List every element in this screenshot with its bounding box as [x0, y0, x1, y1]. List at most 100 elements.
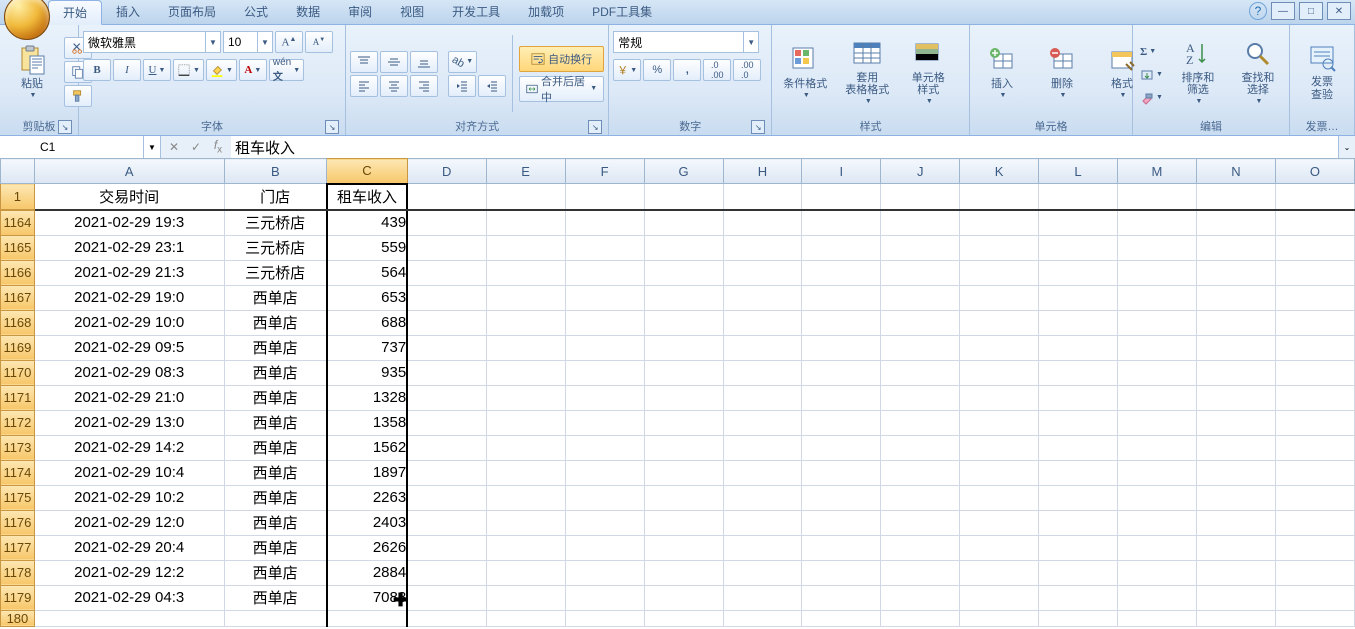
cell-J1175[interactable]	[881, 485, 960, 510]
cell-I1172[interactable]	[802, 410, 881, 435]
cell-M1165[interactable]	[1117, 235, 1196, 260]
cell-G1174[interactable]	[644, 460, 723, 485]
cell-A1176[interactable]: 2021-02-29 12:0	[34, 510, 224, 535]
cell-I1178[interactable]	[802, 560, 881, 585]
cell-O1172[interactable]	[1275, 410, 1354, 435]
cell-D1179[interactable]	[407, 585, 486, 610]
cell-J1[interactable]	[881, 184, 960, 210]
cell-G180[interactable]	[644, 610, 723, 626]
cell-J180[interactable]	[881, 610, 960, 626]
align-top-button[interactable]	[350, 51, 378, 73]
cell-J1179[interactable]	[881, 585, 960, 610]
cell-G1170[interactable]	[644, 360, 723, 385]
cell-H1179[interactable]	[723, 585, 802, 610]
cell-F1171[interactable]	[565, 385, 644, 410]
cell-O1170[interactable]	[1275, 360, 1354, 385]
cell-F1164[interactable]	[565, 210, 644, 236]
cell-M1164[interactable]	[1117, 210, 1196, 236]
cell-G1166[interactable]	[644, 260, 723, 285]
align-bottom-button[interactable]	[410, 51, 438, 73]
help-button[interactable]: ?	[1249, 2, 1267, 20]
cell-F1168[interactable]	[565, 310, 644, 335]
cell-A1168[interactable]: 2021-02-29 10:0	[34, 310, 224, 335]
cell-F1178[interactable]	[565, 560, 644, 585]
row-header-1165[interactable]: 1165	[1, 235, 35, 260]
tab-插入[interactable]: 插入	[102, 0, 154, 24]
row-header-1171[interactable]: 1171	[1, 385, 35, 410]
cell-H1[interactable]	[723, 184, 802, 210]
cell-M1179[interactable]	[1117, 585, 1196, 610]
cell-N1177[interactable]	[1196, 535, 1275, 560]
cell-N1[interactable]	[1196, 184, 1275, 210]
cell-C1176[interactable]: 2403	[327, 510, 407, 535]
cell-B1165[interactable]: 三元桥店	[224, 235, 327, 260]
cell-B1179[interactable]: 西单店	[224, 585, 327, 610]
align-left-button[interactable]	[350, 75, 378, 97]
column-header-M[interactable]: M	[1117, 159, 1196, 184]
cell-B1173[interactable]: 西单店	[224, 435, 327, 460]
cell-L1173[interactable]	[1039, 435, 1118, 460]
cell-I1169[interactable]	[802, 335, 881, 360]
name-box-dropdown[interactable]: ▼	[143, 136, 160, 158]
cell-C1178[interactable]: 2884	[327, 560, 407, 585]
cell-A1172[interactable]: 2021-02-29 13:0	[34, 410, 224, 435]
cell-H180[interactable]	[723, 610, 802, 626]
cell-A180[interactable]	[34, 610, 224, 626]
row-header-1173[interactable]: 1173	[1, 435, 35, 460]
cell-A1173[interactable]: 2021-02-29 14:2	[34, 435, 224, 460]
cell-E1166[interactable]	[486, 260, 565, 285]
comma-button[interactable]: ,	[673, 59, 701, 81]
cell-F1174[interactable]	[565, 460, 644, 485]
cell-D1175[interactable]	[407, 485, 486, 510]
cell-K1172[interactable]	[960, 410, 1039, 435]
cell-I1166[interactable]	[802, 260, 881, 285]
cell-J1171[interactable]	[881, 385, 960, 410]
cell-L1169[interactable]	[1039, 335, 1118, 360]
cell-K1[interactable]	[960, 184, 1039, 210]
cell-H1164[interactable]	[723, 210, 802, 236]
cell-D1171[interactable]	[407, 385, 486, 410]
cell-L1174[interactable]	[1039, 460, 1118, 485]
cell-H1177[interactable]	[723, 535, 802, 560]
row-header-180[interactable]: 180	[1, 610, 35, 626]
cell-F180[interactable]	[565, 610, 644, 626]
cell-F1[interactable]	[565, 184, 644, 210]
cell-O1169[interactable]	[1275, 335, 1354, 360]
decrease-font-button[interactable]: A▼	[305, 31, 333, 53]
cell-O1176[interactable]	[1275, 510, 1354, 535]
cell-G1176[interactable]	[644, 510, 723, 535]
clipboard-launcher[interactable]: ↘	[58, 120, 72, 134]
cell-A1169[interactable]: 2021-02-29 09:5	[34, 335, 224, 360]
cell-N1175[interactable]	[1196, 485, 1275, 510]
cell-B1177[interactable]: 西单店	[224, 535, 327, 560]
alignment-launcher[interactable]: ↘	[588, 120, 602, 134]
cell-J1164[interactable]	[881, 210, 960, 236]
cell-K1179[interactable]	[960, 585, 1039, 610]
align-center-button[interactable]	[380, 75, 408, 97]
cell-B1167[interactable]: 西单店	[224, 285, 327, 310]
cell-A1171[interactable]: 2021-02-29 21:0	[34, 385, 224, 410]
tab-开发工具[interactable]: 开发工具	[438, 0, 514, 24]
cell-D1[interactable]	[407, 184, 486, 210]
cell-K1176[interactable]	[960, 510, 1039, 535]
cell-N1179[interactable]	[1196, 585, 1275, 610]
cell-K1170[interactable]	[960, 360, 1039, 385]
cell-A1[interactable]: 交易时间	[34, 184, 224, 210]
cell-F1170[interactable]	[565, 360, 644, 385]
cell-A1166[interactable]: 2021-02-29 21:3	[34, 260, 224, 285]
cell-B1171[interactable]: 西单店	[224, 385, 327, 410]
cell-L1[interactable]	[1039, 184, 1118, 210]
cell-L1166[interactable]	[1039, 260, 1118, 285]
invoice-check-button[interactable]: 发票 查验	[1294, 27, 1350, 116]
row-header-1178[interactable]: 1178	[1, 560, 35, 585]
cell-A1170[interactable]: 2021-02-29 08:3	[34, 360, 224, 385]
cell-C1165[interactable]: 559	[327, 235, 407, 260]
cell-C1[interactable]: 租车收入	[327, 184, 407, 210]
cell-E1177[interactable]	[486, 535, 565, 560]
cell-D1164[interactable]	[407, 210, 486, 236]
row-header-1168[interactable]: 1168	[1, 310, 35, 335]
cell-I1171[interactable]	[802, 385, 881, 410]
formula-input[interactable]	[231, 136, 1338, 158]
cell-H1166[interactable]	[723, 260, 802, 285]
cell-E1171[interactable]	[486, 385, 565, 410]
